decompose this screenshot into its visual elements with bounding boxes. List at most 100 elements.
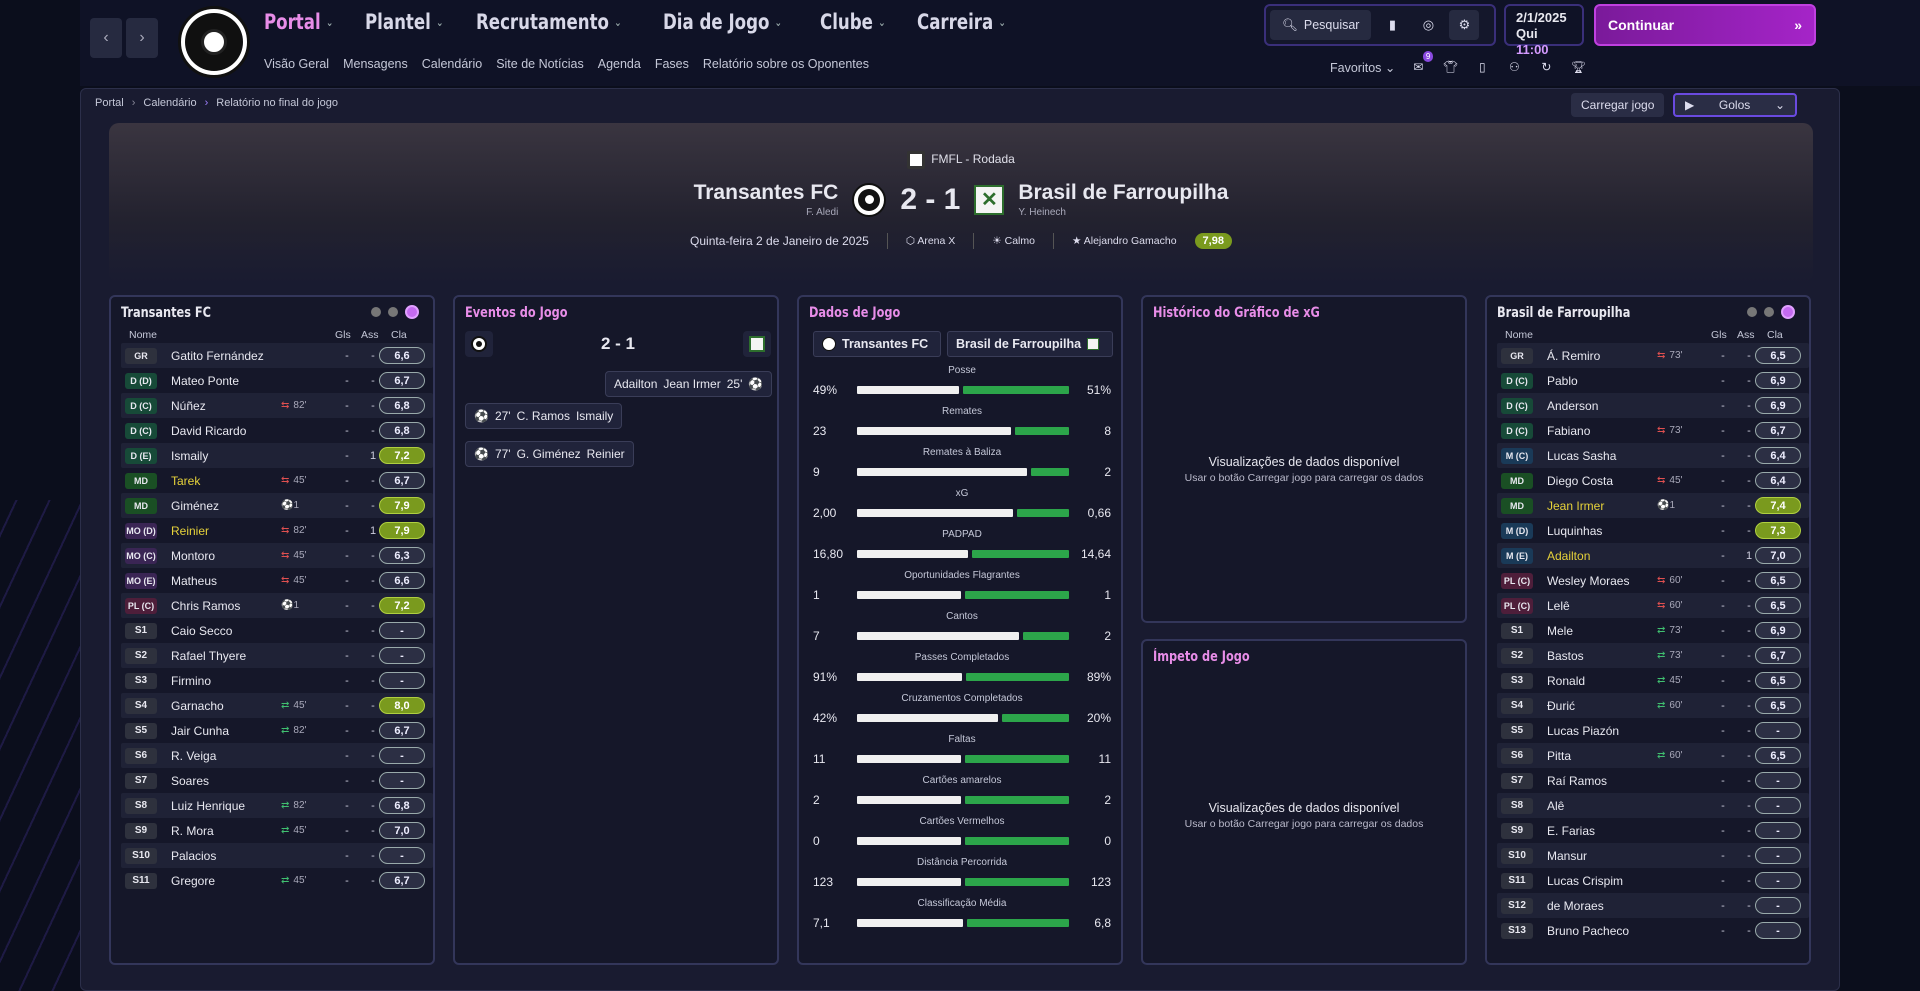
home-panel-title[interactable]: Transantes FC xyxy=(121,305,211,321)
player-row[interactable]: D (E) Ismaily - 1 7,2 xyxy=(121,443,433,468)
stadium[interactable]: Arena X xyxy=(917,235,955,247)
player-name[interactable]: Lucas Sasha xyxy=(1547,449,1616,463)
nav-portal[interactable]: Portal ⌄ xyxy=(264,10,333,34)
col-goals[interactable]: Gls xyxy=(1711,329,1727,341)
player-row[interactable]: S7 Soares - - - xyxy=(121,768,433,793)
player-row[interactable]: S6 Pitta ⇄ 60' - -6,5 xyxy=(1497,743,1809,768)
view-dot[interactable] xyxy=(1747,307,1757,317)
view-dot-active[interactable] xyxy=(405,305,419,319)
player-row[interactable]: GR Gatito Fernández - -6,6 xyxy=(121,343,433,368)
stats-away-team[interactable]: Brasil de Farroupilha xyxy=(947,331,1113,357)
player-name[interactable]: Bruno Pacheco xyxy=(1547,924,1629,938)
forward-button[interactable]: › xyxy=(126,18,158,58)
away-panel-title[interactable]: Brasil de Farroupilha xyxy=(1497,305,1630,321)
player-name[interactable]: Giménez xyxy=(171,499,219,513)
player-name[interactable]: Raí Ramos xyxy=(1547,774,1607,788)
nav-plantel[interactable]: Plantel ⌄ xyxy=(365,10,443,34)
bookmark-button[interactable]: ▮ xyxy=(1377,10,1407,40)
player-row[interactable]: S1 Caio Secco - - - xyxy=(121,618,433,643)
col-rating[interactable]: Cla xyxy=(391,329,407,341)
club-logo[interactable] xyxy=(178,6,250,78)
player-row[interactable]: S3 Ronald ⇄ 45' - -6,5 xyxy=(1497,668,1809,693)
home-team-name[interactable]: Transantes FC xyxy=(694,181,839,205)
col-name[interactable]: Nome xyxy=(1505,329,1533,341)
player-name[interactable]: R. Veiga xyxy=(171,749,216,763)
highlights-button[interactable]: ▶ Golos ⌄ xyxy=(1673,93,1797,117)
player-row[interactable]: S10 Mansur - - - xyxy=(1497,843,1809,868)
subnav-item[interactable]: Relatório sobre os Oponentes xyxy=(703,57,869,71)
player-name[interactable]: Núñez xyxy=(171,399,206,413)
player-row[interactable]: S1 Mele ⇄ 73' - -6,9 xyxy=(1497,618,1809,643)
player-row[interactable]: S2 Rafael Thyere - - - xyxy=(121,643,433,668)
hint-button[interactable]: ◎ xyxy=(1413,10,1443,40)
col-name[interactable]: Nome xyxy=(129,329,157,341)
player-name[interactable]: Bastos xyxy=(1547,649,1584,663)
player-name[interactable]: Lelê xyxy=(1547,599,1570,613)
col-assists[interactable]: Ass xyxy=(1737,329,1755,341)
home-manager[interactable]: F. Aledi xyxy=(694,207,838,218)
player-name[interactable]: Firmino xyxy=(171,674,211,688)
player-row[interactable]: MO (D) Reinier ⇆ 82' - 1 7,9 xyxy=(121,518,433,543)
col-goals[interactable]: Gls xyxy=(335,329,351,341)
player-name[interactable]: Fabiano xyxy=(1547,424,1590,438)
player-row[interactable]: S6 R. Veiga - - - xyxy=(121,743,433,768)
player-name[interactable]: Á. Remiro xyxy=(1547,349,1600,363)
player-name[interactable]: Gregore xyxy=(171,874,215,888)
favorites-dropdown[interactable]: Favoritos ⌄ xyxy=(1330,60,1395,75)
date-display[interactable]: 2/1/2025 Qui 11:00 xyxy=(1504,4,1584,57)
col-rating[interactable]: Cla xyxy=(1767,329,1783,341)
player-name[interactable]: Reinier xyxy=(171,524,209,538)
subnav-item[interactable]: Mensagens xyxy=(343,57,408,71)
player-row[interactable]: MD Tarek ⇆ 45' - -6,7 xyxy=(121,468,433,493)
player-row[interactable]: S8 Alê - - - xyxy=(1497,793,1809,818)
player-name[interactable]: Jair Cunha xyxy=(171,724,229,738)
view-dot[interactable] xyxy=(1764,307,1774,317)
player-name[interactable]: Rafael Thyere xyxy=(171,649,246,663)
clipboard-icon[interactable]: ▯ xyxy=(1473,58,1491,76)
player-row[interactable]: PL (C) Wesley Moraes ⇆ 60' - -6,5 xyxy=(1497,568,1809,593)
player-name[interactable]: Ronald xyxy=(1547,674,1585,688)
player-row[interactable]: S3 Firmino - - - xyxy=(121,668,433,693)
player-row[interactable]: PL (C) Chris Ramos ⚽1- -7,2 xyxy=(121,593,433,618)
player-name[interactable]: Soares xyxy=(171,774,209,788)
player-row[interactable]: PL (C) Lelê ⇆ 60' - -6,5 xyxy=(1497,593,1809,618)
player-name[interactable]: Pablo xyxy=(1547,374,1578,388)
player-row[interactable]: S5 Jair Cunha ⇄ 82' - -6,7 xyxy=(121,718,433,743)
player-row[interactable]: S9 E. Farias - - - xyxy=(1497,818,1809,843)
player-name[interactable]: Tarek xyxy=(171,474,200,488)
shirt-icon[interactable]: 👕︎ xyxy=(1441,58,1459,76)
back-button[interactable]: ‹ xyxy=(90,18,122,58)
player-name[interactable]: Chris Ramos xyxy=(171,599,240,613)
stats-home-team[interactable]: Transantes FC xyxy=(813,331,941,357)
player-row[interactable]: M (E) Adailton - 1 7,0 xyxy=(1497,543,1809,568)
player-row[interactable]: D (C) Núñez ⇆ 82' - -6,8 xyxy=(121,393,433,418)
load-game-button[interactable]: Carregar jogo xyxy=(1571,93,1665,117)
player-name[interactable]: Caio Secco xyxy=(171,624,232,638)
player-row[interactable]: S5 Lucas Piazón - - - xyxy=(1497,718,1809,743)
player-row[interactable]: MO (E) Matheus ⇆ 45' - -6,6 xyxy=(121,568,433,593)
player-name[interactable]: Montoro xyxy=(171,549,215,563)
player-name[interactable]: Luiz Henrique xyxy=(171,799,245,813)
player-row[interactable]: MO (C) Montoro ⇆ 45' - -6,3 xyxy=(121,543,433,568)
player-name[interactable]: Alê xyxy=(1547,799,1564,813)
continue-button[interactable]: Continuar » xyxy=(1594,4,1816,46)
player-name[interactable]: Lucas Crispim xyxy=(1547,874,1623,888)
player-row[interactable]: D (D) Mateo Ponte - -6,7 xyxy=(121,368,433,393)
player-row[interactable]: D (C) David Ricardo - -6,8 xyxy=(121,418,433,443)
subnav-item[interactable]: Calendário xyxy=(422,57,482,71)
col-assists[interactable]: Ass xyxy=(361,329,379,341)
player-name[interactable]: Garnacho xyxy=(171,699,224,713)
player-name[interactable]: Adailton xyxy=(1547,549,1590,563)
player-row[interactable]: D (C) Anderson - -6,9 xyxy=(1497,393,1809,418)
nav-recrutamento[interactable]: Recrutamento ⌄ xyxy=(476,10,622,34)
settings-button[interactable]: ⚙ xyxy=(1449,10,1480,40)
subnav-item[interactable]: Fases xyxy=(655,57,689,71)
player-name[interactable]: Wesley Moraes xyxy=(1547,574,1629,588)
player-name[interactable]: Ismaily xyxy=(171,449,208,463)
trophy-icon[interactable]: 🏆︎ xyxy=(1569,58,1587,76)
player-name[interactable]: Palacios xyxy=(171,849,216,863)
refresh-icon[interactable]: ↻ xyxy=(1537,58,1555,76)
player-row[interactable]: MD Giménez ⚽1- -7,9 xyxy=(121,493,433,518)
nav-carreira[interactable]: Carreira ⌄ xyxy=(917,10,1006,34)
player-row[interactable]: S13 Bruno Pacheco - - - xyxy=(1497,918,1809,943)
